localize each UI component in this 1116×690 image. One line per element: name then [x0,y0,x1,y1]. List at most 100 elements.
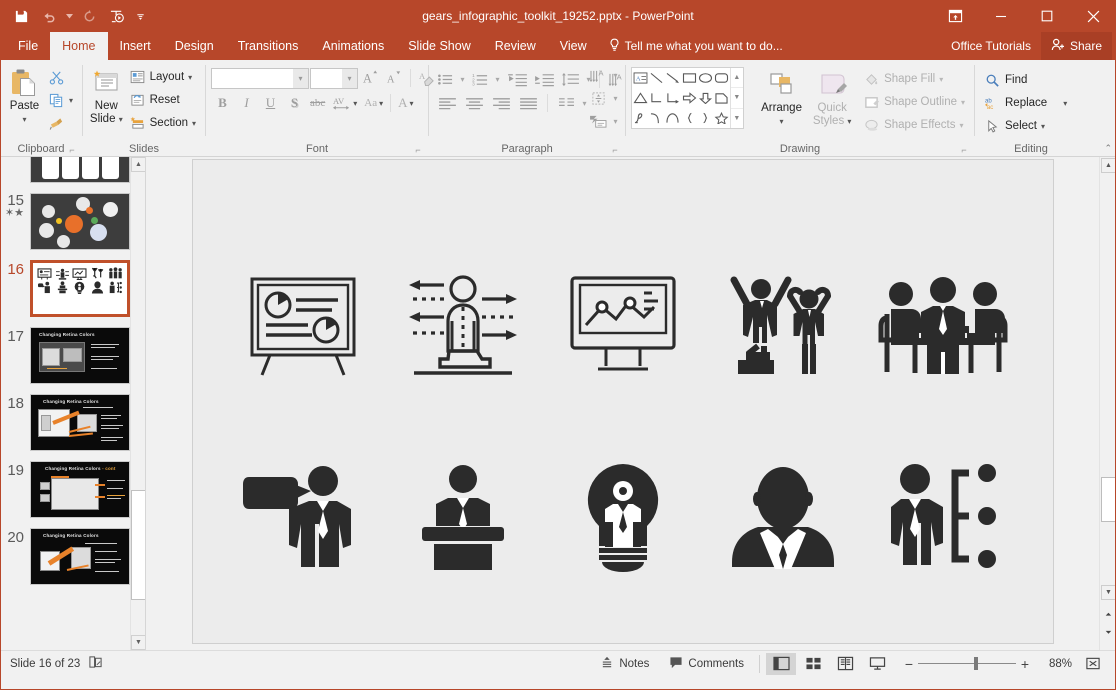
shape-scribble[interactable] [632,108,648,128]
thumbnail-scroll-down-button[interactable]: ▼ [131,635,146,650]
tab-transitions[interactable]: Transitions [226,32,311,60]
notes-button[interactable]: Notes [591,652,658,676]
format-painter-button[interactable] [44,112,77,134]
shapes-scroll-down-icon[interactable]: ▼ [731,88,743,108]
next-slide-button[interactable]: ⏷ [1101,625,1116,641]
section-button[interactable]: Section ▾ [125,112,200,134]
layout-dropdown-icon[interactable]: ▾ [188,73,192,82]
shape-curve[interactable] [648,108,664,128]
slide-sorter-view-button[interactable] [798,653,828,675]
tell-me-search[interactable]: Tell me what you want to do... [599,32,793,60]
smartart-dropdown-icon[interactable]: ▾ [610,110,621,132]
shapes-scroll-up-icon[interactable]: ▲ [731,68,743,88]
font-color-button[interactable]: A ▾ [395,92,416,114]
comments-button[interactable]: Comments [660,652,753,676]
italic-button[interactable]: I [235,92,258,114]
shape-outline-button[interactable]: Shape Outline ▾ [859,91,969,113]
slide-show-view-button[interactable] [862,653,892,675]
paragraph-dialog-launcher-icon[interactable]: ⌐ [609,144,621,156]
shape-line-arrow[interactable] [665,68,681,88]
collapse-ribbon-icon[interactable]: ⌃ [1104,143,1112,154]
thumbnail-scrollbar[interactable]: ▲ ▼ [130,157,145,650]
shape-left-brace[interactable] [681,108,697,128]
icon-cell-person-org-chart[interactable] [863,422,1023,614]
replace-dropdown-icon[interactable]: ▾ [1051,99,1067,108]
bullets-button[interactable] [434,68,456,90]
font-color-dropdown-icon[interactable]: ▾ [410,99,414,108]
change-case-button[interactable]: Aa▾ [361,92,386,114]
align-right-button[interactable] [488,92,514,114]
align-left-button[interactable] [434,92,460,114]
shape-effects-button[interactable]: Shape Effects ▾ [859,114,969,136]
shape-fill-button[interactable]: Shape Fill ▾ [859,68,969,90]
thumbnail-scrollbar-thumb[interactable] [131,490,146,600]
character-spacing-button[interactable]: AV ▾ [329,92,360,114]
font-name-input[interactable]: ▾ [211,68,309,89]
shape-rounded-rectangle[interactable] [714,68,730,88]
tab-animations[interactable]: Animations [310,32,396,60]
reset-button[interactable]: Reset [125,89,200,111]
thumbnail-item-14[interactable]: ✶★ [0,157,146,188]
thumbnail-item-15[interactable]: 15 ✶★ [0,188,146,255]
slide-canvas-area[interactable] [146,157,1099,650]
fit-slide-button[interactable] [1078,653,1108,675]
tab-home[interactable]: Home [50,32,107,60]
justify-button[interactable] [515,92,541,114]
copy-dropdown-icon[interactable]: ▾ [69,96,73,105]
icon-cell-podium-speaker[interactable] [383,422,543,614]
convert-to-smartart-button[interactable] [586,110,610,132]
normal-view-button[interactable] [766,653,796,675]
align-text-button[interactable]: A [586,64,610,86]
icon-cell-lightbulb-person[interactable] [543,422,703,614]
shape-text-box[interactable]: A [632,68,648,88]
notes-indicator-icon[interactable] [88,655,103,672]
shape-right-arrow[interactable] [681,88,697,108]
scroll-down-button[interactable]: ▼ [1101,585,1116,600]
arrange-dropdown-icon[interactable]: ▾ [780,117,784,126]
shape-arc[interactable] [665,108,681,128]
share-button[interactable]: Share [1041,32,1112,60]
font-size-dropdown-icon[interactable]: ▾ [342,69,357,88]
decrease-indent-button[interactable] [504,68,530,90]
character-spacing-dropdown-icon[interactable]: ▾ [353,99,357,108]
section-dropdown-icon[interactable]: ▾ [192,119,196,128]
find-button[interactable]: Find [980,69,1071,91]
shape-line[interactable] [648,68,664,88]
text-box-dropdown-icon[interactable]: ▾ [610,87,621,109]
icon-cell-meeting-table[interactable] [863,230,1023,422]
tab-view[interactable]: View [548,32,599,60]
scroll-up-button[interactable]: ▲ [1101,158,1116,173]
icon-cell-success-failure-people[interactable] [703,230,863,422]
thumbnail-item-19[interactable]: 19 Changing Retina Colors - cont [0,456,146,523]
current-slide[interactable] [192,159,1054,644]
copy-button[interactable]: ▾ [44,89,77,111]
icon-cell-monitor-chart[interactable] [543,230,703,422]
paste-dropdown-icon[interactable]: ▾ [22,115,26,124]
icon-cell-speaking-person[interactable] [223,422,383,614]
shape-fill-dropdown-icon[interactable]: ▾ [939,75,943,84]
zoom-level[interactable]: 88% [1042,658,1076,670]
thumbnail-item-18[interactable]: 18 Changing Retina Colors [0,389,146,456]
save-icon[interactable] [8,4,34,28]
zoom-in-button[interactable]: + [1016,656,1034,672]
scrollbar-thumb[interactable] [1101,477,1116,522]
text-box-align-button[interactable] [586,87,610,109]
new-slide-dropdown-icon[interactable]: ▾ [119,115,123,124]
increase-indent-button[interactable] [531,68,557,90]
shape-triangle[interactable] [632,88,648,108]
select-dropdown-icon[interactable]: ▾ [1041,122,1045,131]
quick-styles-button[interactable]: Quick Styles ▾ [809,66,855,128]
shape-flowchart[interactable] [714,88,730,108]
zoom-handle[interactable] [974,657,978,670]
shape-rectangle[interactable] [681,68,697,88]
select-button[interactable]: Select ▾ [980,115,1071,137]
undo-dropdown-icon[interactable] [64,4,74,28]
bold-button[interactable]: B [211,92,234,114]
arrange-button[interactable]: Arrange ▾ [754,66,809,128]
tab-design[interactable]: Design [163,32,226,60]
drawing-dialog-launcher-icon[interactable]: ⌐ [958,144,970,156]
line-spacing-button[interactable] [558,68,582,90]
shape-outline-dropdown-icon[interactable]: ▾ [961,98,965,107]
center-button[interactable] [461,92,487,114]
shape-star[interactable] [714,108,730,128]
